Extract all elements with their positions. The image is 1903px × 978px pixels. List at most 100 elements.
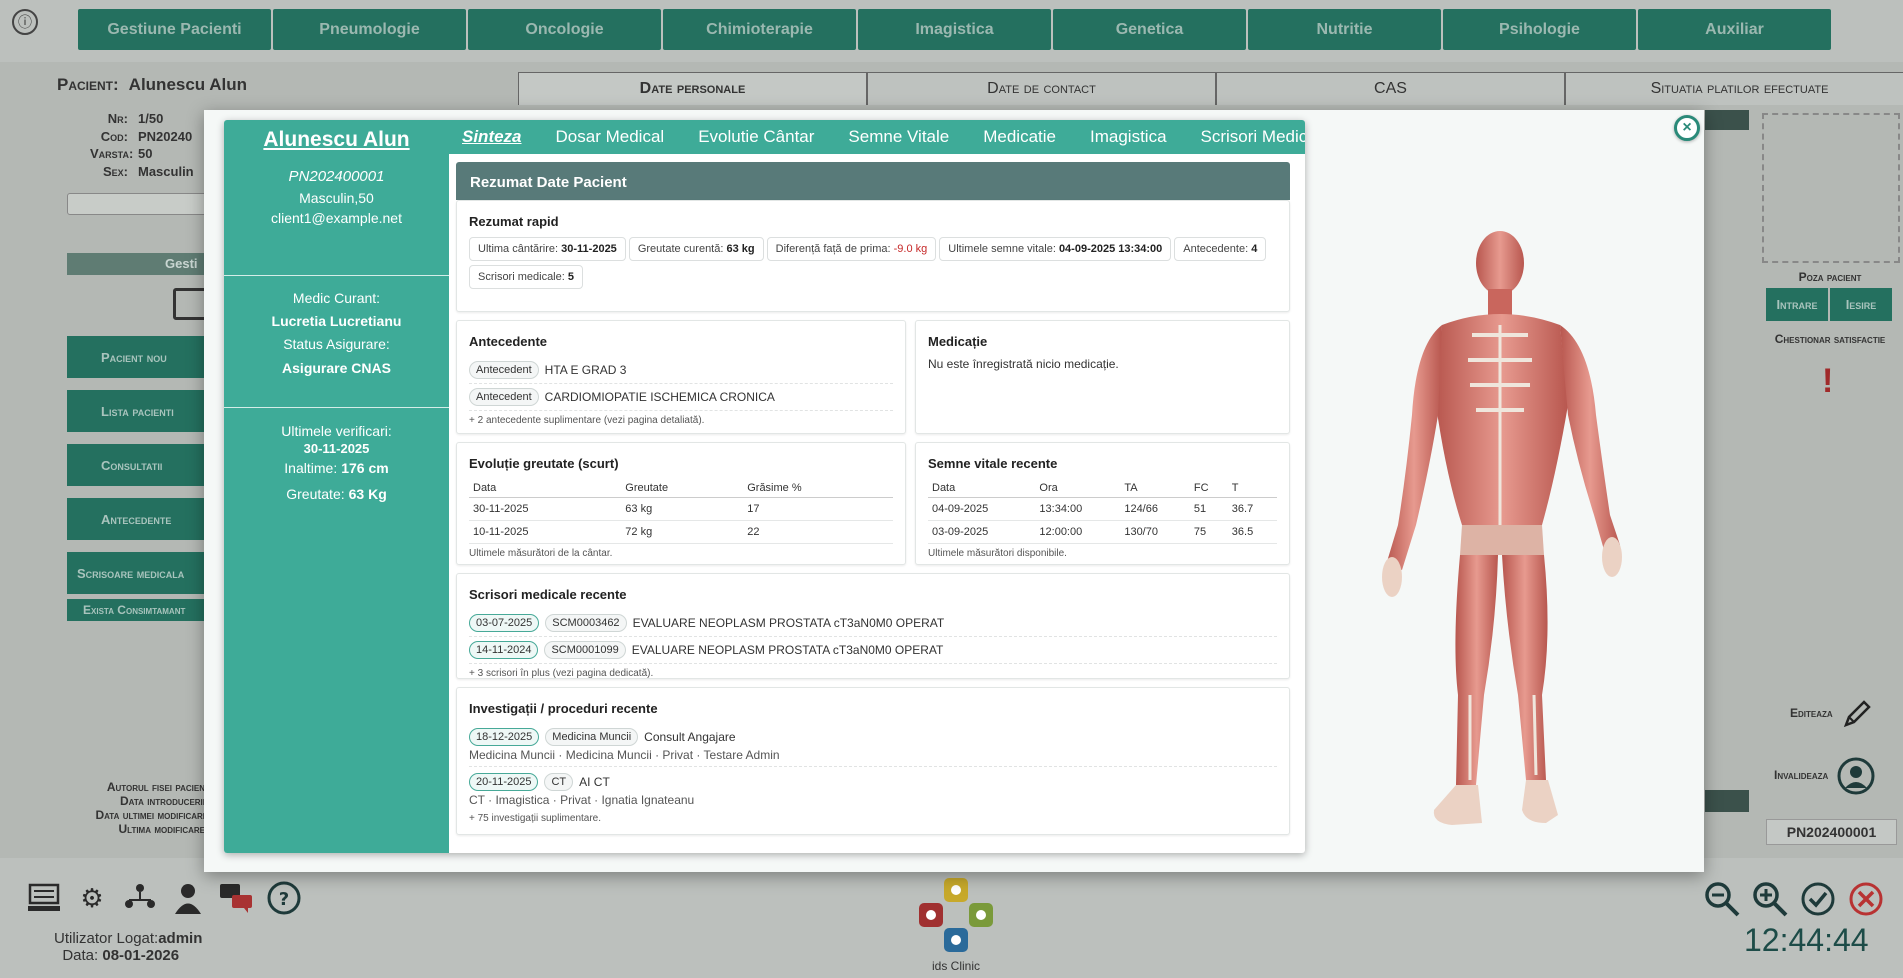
chip-scrisori: Scrisori medicale: 5 (469, 265, 583, 289)
nav-gestiune-pacienti[interactable]: Gestiune Pacienti (78, 9, 271, 50)
patient-left-panel: Alunescu Alun PN202400001 Masculin,50 cl… (224, 120, 449, 853)
info-value: 50 (138, 146, 153, 161)
height-value: 176 cm (341, 460, 389, 476)
tab-imagistica[interactable]: Imagistica (1090, 127, 1167, 147)
nav-imagistica[interactable]: Imagistica (858, 9, 1051, 50)
vitale-title: Semne vitale recente (928, 456, 1058, 471)
iesire-button[interactable]: Iesire (1830, 288, 1892, 321)
check-circle-icon[interactable] (1799, 880, 1837, 918)
scrisoare-code: SCM0003462 (545, 614, 627, 632)
user-label: Utilizator Logat: (54, 930, 159, 947)
chip-value: 5 (567, 271, 574, 283)
pacient-nou-button[interactable]: Pacient nou (67, 336, 207, 378)
investigatie-date: 18-12-2025 (469, 728, 540, 746)
tab-scrisori-medicale[interactable]: Scrisori Medicale (1201, 127, 1305, 147)
scrisoare-item[interactable]: 03-07-2025 SCM0003462 EVALUARE NEOPLASM PR… (469, 610, 1277, 637)
nav-chimioterapie[interactable]: Chimioterapie (663, 9, 856, 50)
tab-sinteza[interactable]: Sinteza (462, 127, 522, 147)
help-icon[interactable]: ? (266, 880, 302, 916)
chip-value: 63 kg (726, 243, 755, 255)
chip-diferenta: Diferență față de prima: -9.0 kg (766, 237, 937, 261)
tab-date-personale[interactable]: Date personale (518, 72, 867, 105)
tab-evolutie-cantar[interactable]: Evolutie Cântar (698, 127, 814, 147)
col-header: TA (1120, 479, 1190, 498)
nav-oncologie[interactable]: Oncologie (468, 9, 661, 50)
nav-pneumologie[interactable]: Pneumologie (273, 9, 466, 50)
scrisoare-item[interactable]: 14-11-2024 SCM0001099 EVALUARE NEOPLASM PR… (469, 637, 1277, 664)
verificari-label: Ultimele verificari: (281, 423, 392, 439)
col-header: Data (469, 479, 622, 498)
tab-situatia-platilor[interactable]: Situatia platilor efectuate (1565, 72, 1903, 105)
patient-name: Alunescu Alun (128, 75, 248, 94)
meta-line: Data introducerii (119, 794, 205, 808)
gear-icon[interactable]: ⚙ (74, 880, 110, 916)
chip-key: Diferență față de prima: (775, 243, 891, 255)
network-users-icon[interactable] (122, 880, 158, 916)
meta-line: Ultima modificare (118, 822, 205, 836)
server-icon[interactable] (26, 880, 62, 916)
patient-header: Pacient: Alunescu Alun (57, 75, 247, 95)
chip-value: 4 (1251, 243, 1258, 255)
lista-pacienti-button[interactable]: Lista pacienti (67, 390, 207, 432)
consimtamant-button[interactable]: Exista Consimtamant (67, 599, 207, 621)
zoom-in-icon[interactable] (1751, 880, 1789, 918)
cell: 17 (743, 497, 893, 521)
chip-key: Greutate curentă: (637, 243, 724, 255)
modal-patient-name[interactable]: Alunescu Alun (224, 128, 449, 152)
tab-semne-vitale[interactable]: Semne Vitale (848, 127, 949, 147)
cell: 36.5 (1227, 520, 1277, 544)
current-date: 08-01-2026 (102, 947, 180, 964)
nav-psihologie[interactable]: Psihologie (1443, 9, 1636, 50)
nav-auxiliar[interactable]: Auxiliar (1638, 9, 1831, 50)
photo-placeholder[interactable] (1762, 113, 1900, 263)
weight-row: Greutate: 63 Kg (224, 486, 449, 502)
nav-genetica[interactable]: Genetica (1053, 9, 1246, 50)
anatomy-model[interactable] (1372, 225, 1632, 837)
cell: 13:34:00 (1035, 497, 1121, 521)
close-circle-icon[interactable] (1847, 880, 1885, 918)
invalideaza-button[interactable]: Invalideaza (1774, 756, 1876, 796)
investigatii-note: + 75 investigații suplimentare. (469, 813, 602, 824)
nav-nutritie[interactable]: Nutritie (1248, 9, 1441, 50)
chip-value-negative: -9.0 kg (893, 243, 928, 255)
investigatie-text: Consult Angajare (644, 730, 736, 744)
edit-button[interactable]: Editeaza (1790, 697, 1874, 731)
chat-icon[interactable] (218, 880, 254, 916)
col-header: Greutate (621, 479, 744, 498)
cell: 130/70 (1120, 520, 1190, 544)
tab-date-contact[interactable]: Date de contact (867, 72, 1216, 105)
tab-cas[interactable]: CAS (1216, 72, 1565, 105)
info-key: Nr: (107, 111, 128, 126)
antecedent-item[interactable]: Antecedent CARDIOMIOPATIE ISCHEMICA CRONI… (469, 384, 893, 411)
chestionar-label[interactable]: Chestionar satisfactie (1770, 332, 1890, 347)
chip-key: Ultimele semne vitale: (948, 243, 1056, 255)
scrisoare-text: EVALUARE NEOPLASM PROSTATA cT3aN0M0 OPER… (632, 616, 945, 630)
consultatii-button[interactable]: Consultatii (67, 444, 207, 486)
record-meta: Autorul fisei pacien Data introducerii D… (75, 780, 205, 836)
investigatie-item[interactable]: 20-11-2025 CT AI CT (469, 773, 1277, 791)
tab-medicatie[interactable]: Medicatie (983, 127, 1056, 147)
close-modal-button[interactable]: × (1674, 115, 1700, 141)
verificari-date: 30-11-2025 (303, 441, 370, 456)
exclamation-icon[interactable]: ! (1822, 362, 1833, 401)
bg-search-input[interactable] (67, 193, 207, 215)
investigatie-tag: Medicina Muncii (545, 728, 639, 746)
info-icon[interactable]: ⓘ (12, 9, 38, 35)
doctor-icon[interactable] (170, 880, 206, 916)
status-label: Status Asigurare: (283, 336, 390, 352)
scrisoare-code: SCM0001099 (544, 641, 626, 659)
intrare-button[interactable]: Intrare (1766, 288, 1828, 321)
tab-dosar-medical[interactable]: Dosar Medical (556, 127, 665, 147)
investigatie-date: 20-11-2025 (469, 773, 539, 791)
divider (224, 275, 449, 276)
antecedent-text: CARDIOMIOPATIE ISCHEMICA CRONICA (544, 390, 775, 404)
back-icon[interactable] (173, 288, 207, 320)
antecedente-button[interactable]: Antecedente (67, 498, 207, 540)
quick-summary-title: Rezumat rapid (469, 214, 559, 229)
investigatie-item[interactable]: 18-12-2025 Medicina Muncii Consult Angajar… (469, 728, 1277, 746)
col-header: Ora (1035, 479, 1121, 498)
scrisoare-medicala-button[interactable]: Scrisoare medicala (67, 552, 207, 594)
zoom-out-icon[interactable] (1703, 880, 1741, 918)
antecedent-item[interactable]: Antecedent HTA E GRAD 3 (469, 357, 893, 384)
col-header: Grăsime % (743, 479, 893, 498)
